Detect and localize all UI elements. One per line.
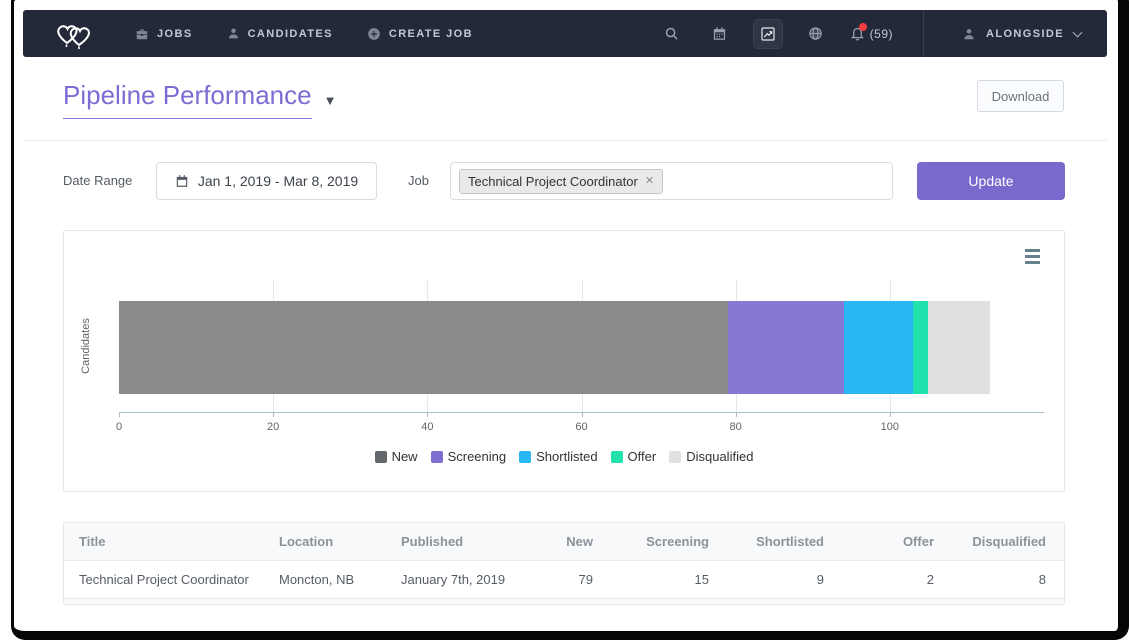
globe-icon[interactable]	[802, 20, 830, 48]
column-header-new: New	[509, 534, 595, 549]
nav-item-label: CANDIDATES	[248, 28, 333, 40]
job-tag: Technical Project Coordinator ✕	[459, 169, 663, 194]
nav-divider	[923, 10, 924, 57]
legend-swatch-icon	[669, 451, 681, 463]
pipeline-chart-card: Candidates 020406080100 NewScreeningShor…	[63, 230, 1065, 492]
nav-item-jobs[interactable]: JOBS	[135, 27, 193, 41]
account-menu[interactable]: ALONGSIDE	[948, 27, 1081, 41]
table-cell: January 7th, 2019	[386, 572, 509, 587]
search-icon[interactable]	[658, 20, 686, 48]
x-axis-tick-label: 60	[575, 421, 587, 433]
job-tag-label: Technical Project Coordinator	[468, 174, 638, 189]
date-range-input[interactable]: Jan 1, 2019 - Mar 8, 2019	[156, 162, 377, 200]
column-header-shortlisted: Shortlisted	[711, 534, 826, 549]
column-header-published: Published	[386, 534, 509, 549]
notification-count: (59)	[870, 27, 893, 41]
table-cell: 79	[509, 572, 595, 587]
briefcase-icon	[135, 27, 149, 41]
table-header-row: TitleLocationPublishedNewScreeningShortl…	[64, 523, 1064, 561]
chevron-down-icon	[1073, 27, 1083, 37]
results-table: TitleLocationPublishedNewScreeningShortl…	[63, 522, 1065, 605]
nav-item-candidates[interactable]: CANDIDATES	[227, 27, 333, 40]
plus-circle-icon	[367, 27, 381, 41]
legend-label: Shortlisted	[536, 449, 597, 464]
legend-label: Disqualified	[686, 449, 753, 464]
nav-item-label: CREATE JOB	[389, 28, 473, 40]
column-header-title: Title	[64, 534, 264, 549]
nav-item-create-job[interactable]: CREATE JOB	[367, 27, 473, 41]
x-axis-tick-label: 100	[881, 421, 899, 433]
chart-export-menu-icon[interactable]	[1023, 247, 1042, 266]
remove-tag-icon[interactable]: ✕	[645, 176, 654, 187]
nav-menu: JOBS CANDIDATES CREATE JOB	[135, 27, 473, 41]
legend-item-screening[interactable]: Screening	[431, 449, 507, 464]
account-user-icon	[962, 27, 976, 41]
x-axis-tick-label: 80	[730, 421, 742, 433]
legend-label: Offer	[628, 449, 657, 464]
date-range-value: Jan 1, 2019 - Mar 8, 2019	[198, 173, 358, 189]
update-button[interactable]: Update	[917, 162, 1065, 200]
table-row[interactable]: Technical Project CoordinatorMoncton, NB…	[64, 561, 1064, 599]
table-body: Technical Project CoordinatorMoncton, NB…	[64, 561, 1064, 599]
table-cell: 2	[826, 572, 936, 587]
x-axis-tick-label: 20	[267, 421, 279, 433]
date-range-label: Date Range	[63, 173, 132, 188]
chart-legend: New Screening Shortlisted Offer Disqualified	[64, 449, 1064, 464]
table-cell: Moncton, NB	[264, 572, 386, 587]
top-navbar: JOBS CANDIDATES CREATE JOB	[23, 10, 1107, 57]
calendar-icon	[175, 174, 189, 188]
table-cell: 15	[595, 572, 711, 587]
x-axis-tick	[736, 413, 737, 417]
legend-label: Screening	[448, 449, 507, 464]
legend-item-shortlisted[interactable]: Shortlisted	[519, 449, 597, 464]
alongside-logo-icon[interactable]	[53, 18, 95, 50]
column-header-offer: Offer	[826, 534, 936, 549]
reports-chart-icon[interactable]	[754, 20, 782, 48]
x-axis-tick-label: 0	[116, 421, 122, 433]
download-button[interactable]: Download	[977, 80, 1064, 112]
table-cell: 8	[936, 572, 1064, 587]
legend-swatch-icon	[375, 451, 387, 463]
table-cell: Technical Project Coordinator	[64, 572, 264, 587]
stacked-bar	[119, 301, 1044, 394]
x-axis-tick	[582, 413, 583, 417]
legend-swatch-icon	[519, 451, 531, 463]
report-selector[interactable]: Pipeline Performance ▼	[63, 80, 336, 119]
column-header-screening: Screening	[595, 534, 711, 549]
x-axis-tick	[273, 413, 274, 417]
legend-swatch-icon	[611, 451, 623, 463]
chart-y-axis-title: Candidates	[76, 291, 96, 401]
nav-right-group: (59) ALONGSIDE	[658, 10, 1081, 57]
legend-label: New	[392, 449, 418, 464]
notifications-button[interactable]: (59)	[850, 26, 893, 41]
caret-down-icon: ▼	[324, 93, 337, 108]
job-label: Job	[408, 173, 429, 188]
plot-area: 020406080100	[119, 279, 1044, 413]
bar-segment-shortlisted	[844, 301, 913, 394]
account-name: ALONGSIDE	[986, 28, 1064, 40]
calendar-icon[interactable]	[706, 20, 734, 48]
bell-icon	[850, 26, 865, 41]
x-axis-tick	[890, 413, 891, 417]
bar-segment-disqualified	[928, 301, 990, 394]
bar-segment-new	[119, 301, 728, 394]
x-axis-tick-label: 40	[421, 421, 433, 433]
page-title: Pipeline Performance	[63, 80, 312, 119]
column-header-location: Location	[264, 534, 386, 549]
x-axis-tick	[119, 413, 120, 417]
header-divider	[23, 140, 1107, 141]
legend-item-disqualified[interactable]: Disqualified	[669, 449, 753, 464]
job-select-input[interactable]: Technical Project Coordinator ✕	[450, 162, 893, 200]
legend-swatch-icon	[431, 451, 443, 463]
bar-segment-offer	[913, 301, 928, 394]
notification-dot	[859, 23, 867, 31]
table-cell: 9	[711, 572, 826, 587]
x-axis-tick	[427, 413, 428, 417]
user-icon	[227, 27, 240, 40]
column-header-disqualified: Disqualified	[936, 534, 1064, 549]
nav-item-label: JOBS	[157, 28, 193, 40]
legend-item-new[interactable]: New	[375, 449, 418, 464]
bar-segment-screening	[728, 301, 844, 394]
legend-item-offer[interactable]: Offer	[611, 449, 657, 464]
